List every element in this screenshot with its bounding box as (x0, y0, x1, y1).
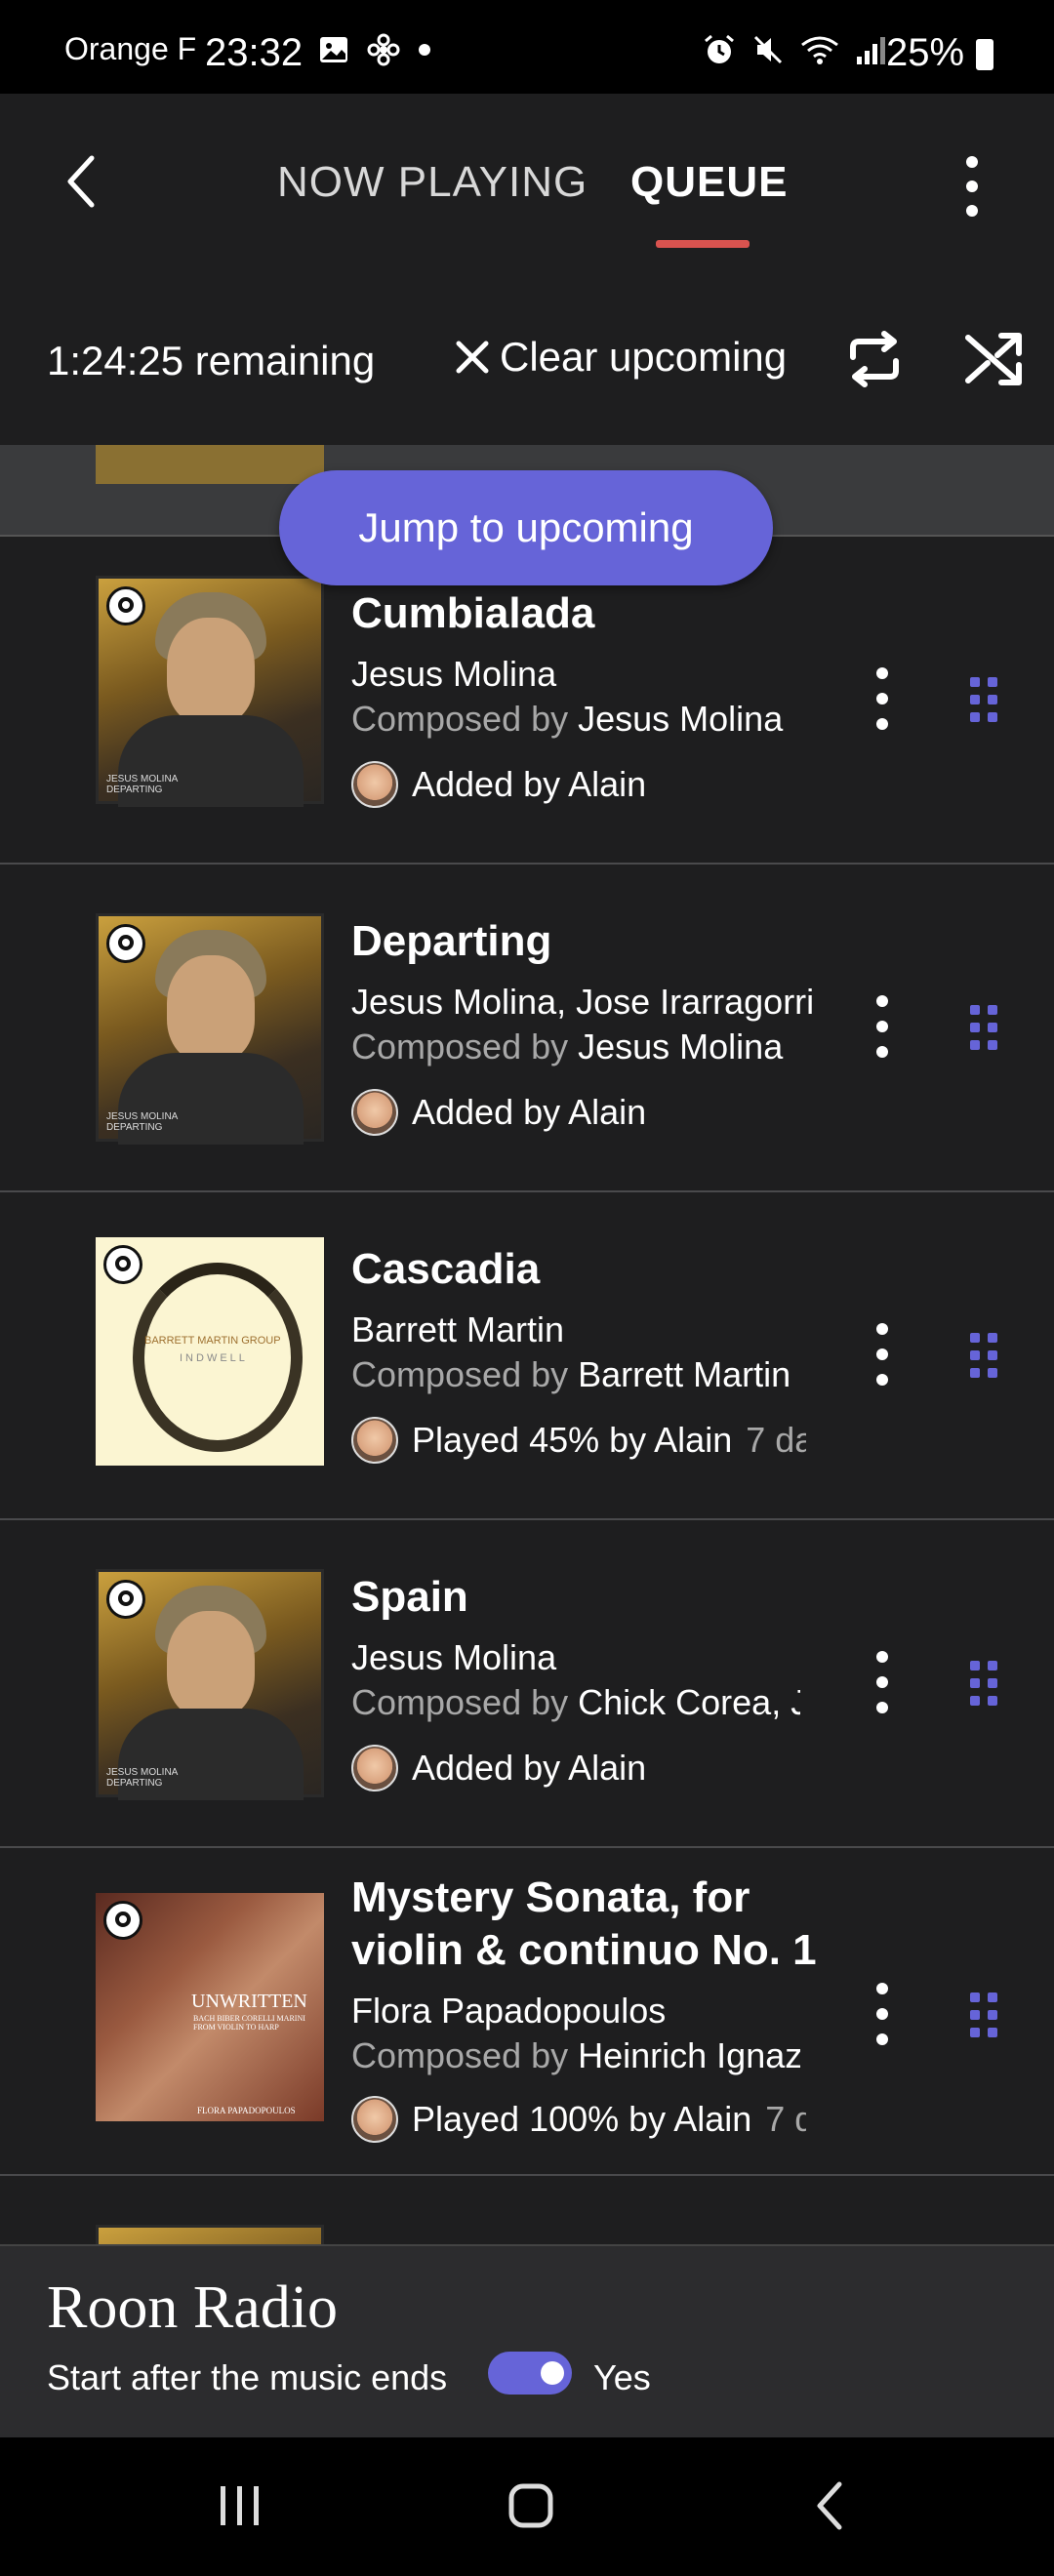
wifi-icon (801, 36, 838, 64)
tab-active-indicator (656, 240, 750, 248)
album-art: JESUS MOLINA DEPARTING (96, 913, 324, 1145)
app-header: NOW PLAYING QUEUE (0, 94, 1054, 265)
track-composer[interactable]: Composed by Jesus Molina (351, 1026, 800, 1067)
queue-list: JESUS MOLINA DEPARTING Cumbialada Jesus M… (0, 445, 1054, 2244)
battery-icon (976, 39, 993, 70)
album-art (96, 2225, 324, 2244)
home-icon[interactable] (507, 2482, 554, 2529)
track-title: Cumbialada (351, 589, 595, 637)
quality-badge-icon (106, 924, 145, 963)
drag-handle-icon[interactable] (964, 1989, 1003, 2043)
drag-handle-icon[interactable] (964, 673, 1003, 728)
track-meta: Added by Alain (351, 761, 806, 808)
shuffle-icon[interactable] (962, 328, 1025, 390)
back-icon[interactable] (810, 2478, 849, 2533)
album-art-caption: JESUS MOLINA DEPARTING (106, 1111, 179, 1133)
track-composer[interactable]: Composed by Chick Corea, Je (351, 1682, 800, 1723)
queue-item[interactable]: JESUS MOLINA DEPARTING Spain Jesus Molina… (0, 1520, 1054, 1848)
queue-controls: 1:24:25 remaining Clear upcoming (0, 265, 1054, 445)
track-artist[interactable]: Barrett Martin (351, 1309, 564, 1350)
track-artist[interactable]: Jesus Molina (351, 1637, 556, 1678)
album-art: BARRETT MARTIN GROUP INDWELL (96, 1237, 324, 1466)
track-meta: Played 100% by Alain 7 d (351, 2096, 806, 2143)
roon-radio-title: Roon Radio (47, 2274, 338, 2341)
fan-icon (367, 33, 400, 66)
album-art: JESUS MOLINA DEPARTING (96, 1569, 324, 1800)
dot-icon (419, 44, 430, 56)
queue-item[interactable] (0, 2176, 1054, 2244)
queue-item[interactable]: JESUS MOLINA DEPARTING Departing Jesus Mo… (0, 865, 1054, 1192)
track-composer[interactable]: Composed by Jesus Molina (351, 699, 800, 740)
track-title: Cascadia (351, 1245, 541, 1293)
tab-queue[interactable]: QUEUE (630, 158, 788, 207)
album-art (96, 445, 324, 484)
avatar (351, 2096, 398, 2143)
quality-badge-icon (106, 586, 145, 625)
clear-upcoming-label: Clear upcoming (500, 334, 788, 380)
album-art-text: UNWRITTEN (191, 1991, 307, 2012)
album-art-caption: JESUS MOLINA DEPARTING (106, 774, 179, 795)
battery-level: 25% (886, 31, 965, 74)
track-meta: Played 45% by Alain 7 da (351, 1417, 806, 1464)
drag-handle-icon[interactable] (964, 1657, 1003, 1711)
album-art-text: BACH BIBER CORELLI MARINI FROM VIOLIN TO … (193, 2014, 305, 2032)
roon-radio-subtitle: Start after the music ends (47, 2357, 448, 2397)
track-meta: Added by Alain (351, 1089, 806, 1136)
track-title: Departing (351, 917, 552, 965)
album-art: JESUS MOLINA DEPARTING (96, 576, 324, 807)
queue-item[interactable]: UNWRITTEN BACH BIBER CORELLI MARINI FROM … (0, 1848, 1054, 2176)
system-nav-bar (0, 2437, 1054, 2576)
roon-radio-toggle[interactable] (488, 2352, 572, 2395)
quality-badge-icon (103, 1245, 142, 1284)
track-artist[interactable]: Flora Papadopoulos (351, 1991, 666, 2032)
close-icon (456, 341, 489, 374)
album-art-text: FLORA PAPADOPOULOS (197, 2106, 296, 2115)
back-icon[interactable] (59, 152, 105, 211)
status-bar: Orange F 23:32 25% (0, 0, 1054, 94)
repeat-icon[interactable] (843, 328, 906, 390)
track-title: Spain (351, 1573, 468, 1621)
track-composer[interactable]: Composed by Barrett Martin (351, 1354, 800, 1395)
mute-icon (753, 35, 783, 64)
drag-handle-icon[interactable] (964, 1329, 1003, 1384)
avatar (351, 761, 398, 808)
recent-apps-icon[interactable] (215, 2482, 265, 2529)
more-options-icon[interactable] (863, 991, 902, 1062)
queue-item[interactable]: BARRETT MARTIN GROUP INDWELL Cascadia Ba… (0, 1192, 1054, 1520)
track-meta: Added by Alain (351, 1745, 806, 1791)
queue-item[interactable]: JESUS MOLINA DEPARTING Cumbialada Jesus M… (0, 537, 1054, 865)
more-options-icon[interactable] (863, 1979, 902, 2049)
alarm-icon (705, 34, 734, 63)
notification-icons (318, 33, 431, 66)
avatar (351, 1089, 398, 1136)
more-options-icon[interactable] (863, 1647, 902, 1717)
album-art-text: INDWELL (180, 1352, 248, 1364)
avatar (351, 1745, 398, 1791)
tab-now-playing[interactable]: NOW PLAYING (277, 158, 588, 207)
drag-handle-icon[interactable] (964, 1001, 1003, 1056)
time-remaining: 1:24:25 remaining (47, 338, 376, 383)
track-artist[interactable]: Jesus Molina (351, 654, 556, 695)
jump-to-upcoming-button[interactable]: Jump to upcoming (279, 470, 773, 585)
clear-upcoming-button[interactable]: Clear upcoming (455, 334, 787, 381)
roon-radio-panel: Roon Radio Start after the music ends Ye… (0, 2244, 1054, 2439)
more-options-icon[interactable] (863, 1319, 902, 1389)
album-art-text: BARRETT MARTIN GROUP (144, 1335, 281, 1347)
track-artist[interactable]: Jesus Molina, Jose Irarragorri (351, 982, 814, 1023)
album-art: UNWRITTEN BACH BIBER CORELLI MARINI FROM … (96, 1893, 324, 2121)
quality-badge-icon (106, 1580, 145, 1619)
image-icon (320, 37, 347, 62)
system-icons (703, 33, 888, 66)
clock: 23:32 (205, 31, 304, 74)
quality-badge-icon (103, 1901, 142, 1940)
track-title: Mystery Sonata, for violin & continuo No.… (351, 1873, 817, 1974)
roon-radio-toggle-label: Yes (593, 2357, 651, 2397)
avatar (351, 1417, 398, 1464)
more-options-icon[interactable] (863, 664, 902, 734)
signal-icon (857, 37, 885, 64)
track-composer[interactable]: Composed by Heinrich Ignaz (351, 2035, 800, 2076)
album-art-caption: JESUS MOLINA DEPARTING (106, 1767, 179, 1789)
carrier-name: Orange F (64, 31, 197, 66)
more-options-icon[interactable] (953, 152, 992, 221)
